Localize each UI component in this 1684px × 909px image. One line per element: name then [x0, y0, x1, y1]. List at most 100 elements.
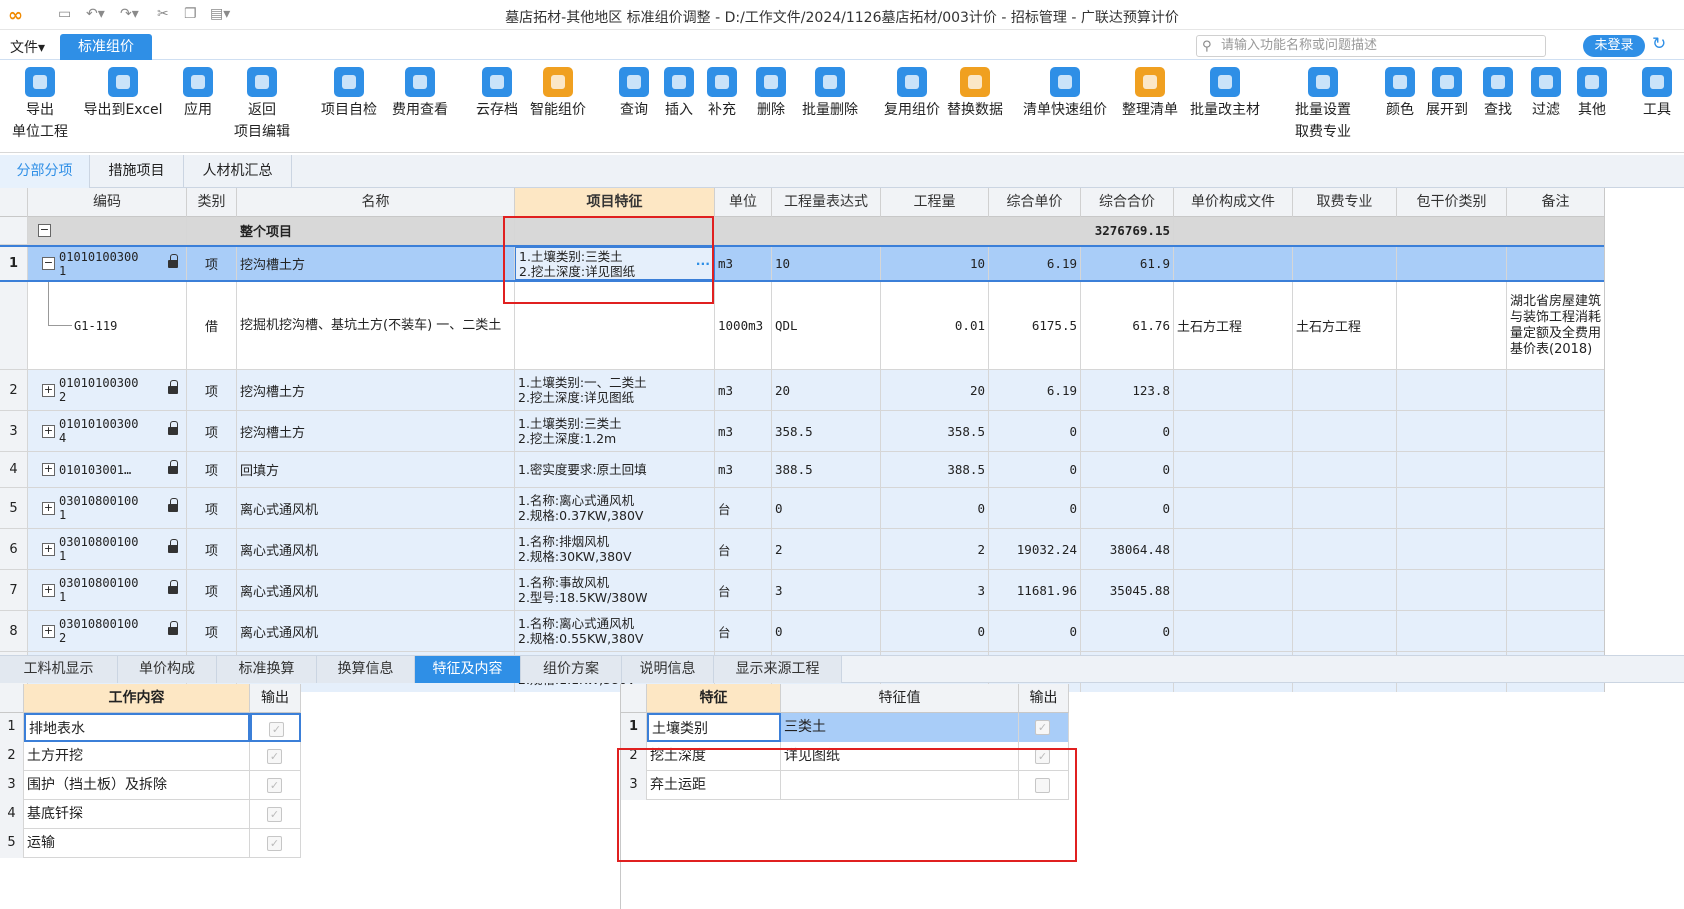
- work-content-text[interactable]: 基底钎探: [24, 800, 250, 829]
- feature-row[interactable]: 2 挖土深度 详见图纸 ✓: [621, 742, 1069, 771]
- work-content-row[interactable]: 1 排地表水 ✓: [0, 713, 301, 742]
- header-col-4[interactable]: 单位: [715, 188, 772, 217]
- header-col-10[interactable]: 取费专业: [1293, 188, 1397, 217]
- package-type-cell[interactable]: [1397, 282, 1507, 369]
- feature-cell[interactable]: 1.名称:离心式通风机 2.规格:0.55KW,380V: [515, 611, 715, 651]
- refresh-icon[interactable]: ↻: [1652, 34, 1666, 54]
- remark-cell[interactable]: [1507, 611, 1604, 651]
- ribbon-button-17[interactable]: 批量改主材: [1183, 67, 1267, 121]
- ribbon-button-24[interactable]: 工具: [1635, 67, 1679, 121]
- unit-cell[interactable]: m3: [715, 247, 772, 280]
- table-row[interactable]: 6 +03010800100 1 项离心式通风机台 2 2 19032.24 38064.4…: [0, 529, 1604, 570]
- unit-cell[interactable]: 1000m3: [715, 282, 772, 369]
- table-row[interactable]: 1−01010100300 1 项挖沟槽土方 m3 10 10 6.19 61.9 1.土壤类…: [0, 245, 1604, 282]
- table-row[interactable]: 4 +010103001… 项回填方 m3 388.5 388.5 0 0 1.密实度要求:原土…: [0, 452, 1604, 488]
- package-type-cell[interactable]: [1397, 370, 1507, 410]
- code-cell[interactable]: −01010100300 1: [28, 247, 187, 280]
- ribbon-button-12[interactable]: 批量删除: [797, 67, 863, 121]
- output-checkbox[interactable]: ✓: [269, 722, 284, 737]
- price-file-cell[interactable]: [1174, 570, 1293, 610]
- work-content-row[interactable]: 3 围护（挡土板）及拆除 ✓: [0, 771, 301, 800]
- detail-tab-4[interactable]: 特征及内容: [415, 656, 521, 683]
- ribbon-button-19[interactable]: 颜色: [1380, 67, 1420, 121]
- detail-tab-5[interactable]: 组价方案: [521, 656, 622, 683]
- remark-cell[interactable]: 湖北省房屋建筑与装饰工程消耗量定额及全费用基价表(2018): [1507, 282, 1604, 369]
- type-cell[interactable]: 项: [187, 370, 237, 410]
- feature-cell[interactable]: [515, 282, 715, 369]
- expression-cell[interactable]: 20: [772, 370, 881, 410]
- expression-cell[interactable]: 10: [772, 247, 881, 280]
- price-file-cell[interactable]: [1174, 529, 1293, 569]
- remark-cell[interactable]: [1507, 529, 1604, 569]
- header-col-8[interactable]: 综合合价: [1081, 188, 1174, 217]
- login-button[interactable]: 未登录: [1583, 35, 1645, 57]
- code-cell[interactable]: +010103001…: [28, 452, 187, 487]
- feature-row[interactable]: 1 土壤类别 三类土 ✓: [621, 713, 1069, 742]
- price-file-cell[interactable]: [1174, 411, 1293, 451]
- name-cell[interactable]: 回填方: [237, 452, 515, 487]
- feature-value[interactable]: [781, 771, 1019, 800]
- detail-tab-2[interactable]: 标准换算: [217, 656, 317, 683]
- work-content-row[interactable]: 2 土方开挖 ✓: [0, 742, 301, 771]
- ribbon-button-18[interactable]: 批量设置 取费专业: [1290, 67, 1356, 143]
- output-checkbox[interactable]: ✓: [1035, 720, 1050, 735]
- header-col-5[interactable]: 工程量表达式: [772, 188, 881, 217]
- total-price-cell[interactable]: 0: [1081, 452, 1174, 487]
- header-col-9[interactable]: 单价构成文件: [1174, 188, 1293, 217]
- expression-cell[interactable]: 0: [772, 611, 881, 651]
- ribbon-button-16[interactable]: 整理清单: [1117, 67, 1183, 121]
- fee-specialty-cell[interactable]: [1293, 247, 1397, 280]
- output-checkbox[interactable]: ✓: [267, 807, 282, 822]
- fee-specialty-cell[interactable]: [1293, 488, 1397, 528]
- feature-cell[interactable]: 1.土壤类别:三类土 2.挖土深度:1.2m: [515, 411, 715, 451]
- fee-specialty-cell[interactable]: [1293, 611, 1397, 651]
- collapse-icon[interactable]: −: [42, 257, 55, 270]
- ribbon-button-1[interactable]: 导出到Excel: [79, 67, 167, 121]
- type-cell[interactable]: 项: [187, 488, 237, 528]
- unit-price-cell[interactable]: 0: [989, 411, 1081, 451]
- detail-tab-1[interactable]: 单价构成: [118, 656, 217, 683]
- header-col-2[interactable]: 名称: [237, 188, 515, 217]
- package-type-cell[interactable]: [1397, 488, 1507, 528]
- output-checkbox[interactable]: ✓: [267, 749, 282, 764]
- feature-value[interactable]: 详见图纸: [781, 742, 1019, 771]
- more-icon[interactable]: ···: [696, 256, 710, 271]
- header-col-6[interactable]: 工程量: [881, 188, 989, 217]
- feature-name[interactable]: 挖土深度: [647, 742, 781, 771]
- ribbon-button-8[interactable]: 查询: [612, 67, 656, 121]
- unit-cell[interactable]: 台: [715, 570, 772, 610]
- table-row[interactable]: 5 +03010800100 1 项离心式通风机台 0 0 0 0 1.名称:离心式通风机 2.…: [0, 488, 1604, 529]
- ribbon-button-2[interactable]: 应用: [174, 67, 222, 121]
- total-price-cell[interactable]: 0: [1081, 411, 1174, 451]
- work-content-text[interactable]: 围护（挡土板）及拆除: [24, 771, 250, 800]
- quantity-cell[interactable]: 388.5: [881, 452, 989, 487]
- table-row[interactable]: 2 +01010100300 2 项挖沟槽土方 m3 20 20 6.19 123.8 1.土壤…: [0, 370, 1604, 411]
- ribbon-button-11[interactable]: 删除: [749, 67, 793, 121]
- work-content-row[interactable]: 5 运输 ✓: [0, 829, 301, 858]
- feature-name[interactable]: 弃土运距: [647, 771, 781, 800]
- name-cell[interactable]: 离心式通风机: [237, 611, 515, 651]
- output-checkbox[interactable]: ✓: [1035, 749, 1050, 764]
- remark-cell[interactable]: [1507, 411, 1604, 451]
- tab-standard-pricing[interactable]: 标准组价: [60, 34, 152, 60]
- expand-icon[interactable]: +: [42, 624, 55, 638]
- package-type-cell[interactable]: [1397, 570, 1507, 610]
- fee-specialty-cell[interactable]: [1293, 411, 1397, 451]
- feature-cell[interactable]: 1.名称:事故风机 2.型号:18.5KW/380W: [515, 570, 715, 610]
- type-cell[interactable]: 项: [187, 570, 237, 610]
- feature-cell[interactable]: 1.土壤类别:一、二类土 2.挖土深度:详见图纸: [515, 370, 715, 410]
- code-cell[interactable]: +03010800100 1: [28, 529, 187, 569]
- unit-price-cell[interactable]: 19032.24: [989, 529, 1081, 569]
- unit-cell[interactable]: 台: [715, 611, 772, 651]
- package-type-cell[interactable]: [1397, 411, 1507, 451]
- unit-cell[interactable]: m3: [715, 452, 772, 487]
- remark-cell[interactable]: [1507, 370, 1604, 410]
- header-col-11[interactable]: 包干价类别: [1397, 188, 1507, 217]
- quantity-cell[interactable]: 3: [881, 570, 989, 610]
- output-cell[interactable]: ✓: [1019, 742, 1069, 771]
- output-cell[interactable]: [1019, 771, 1069, 800]
- type-cell[interactable]: 项: [187, 411, 237, 451]
- fee-specialty-cell[interactable]: [1293, 370, 1397, 410]
- expression-cell[interactable]: 2: [772, 529, 881, 569]
- tab-measures[interactable]: 措施项目: [90, 155, 184, 188]
